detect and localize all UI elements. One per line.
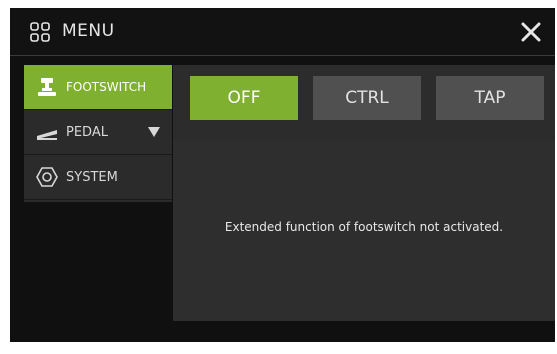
ctrl-button[interactable]: CTRL	[313, 76, 421, 120]
close-icon[interactable]	[519, 20, 543, 44]
sidebar-item-label: SYSTEM	[66, 169, 118, 185]
sidebar-item-pedal[interactable]: PEDAL	[24, 110, 172, 155]
content-panel: Extended function of footswitch not acti…	[173, 140, 555, 321]
menu-title: MENU	[62, 21, 115, 41]
mode-tab-bar: OFF CTRL TAP	[173, 65, 555, 140]
off-button[interactable]: OFF	[190, 76, 298, 120]
top-bar: MENU	[10, 8, 555, 56]
tap-button[interactable]: TAP	[436, 76, 544, 120]
sidebar-item-footswitch[interactable]: FOOTSWITCH	[24, 65, 172, 110]
footswitch-icon	[38, 78, 56, 96]
status-message: Extended function of footswitch not acti…	[224, 220, 504, 234]
chevron-down-icon[interactable]	[148, 127, 160, 137]
sidebar-item-system[interactable]: SYSTEM	[24, 155, 172, 200]
pedal-icon	[37, 130, 57, 140]
system-icon	[36, 167, 58, 187]
device-screen: MENU FOOTSWITCH PEDAL SYSTEM OFF CTRL TA…	[10, 8, 555, 342]
sidebar-item-label: PEDAL	[66, 124, 108, 140]
grid-icon[interactable]	[30, 22, 50, 42]
sidebar: FOOTSWITCH PEDAL SYSTEM	[24, 65, 172, 202]
sidebar-item-label: FOOTSWITCH	[66, 80, 147, 94]
